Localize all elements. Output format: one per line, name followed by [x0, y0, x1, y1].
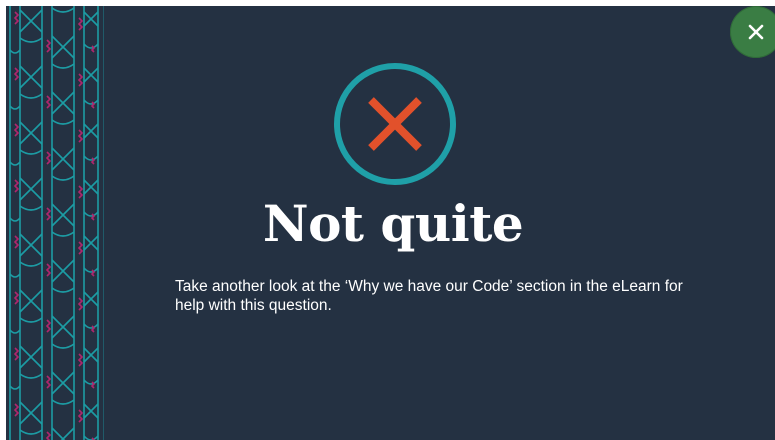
close-button[interactable] [730, 6, 775, 58]
feedback-dialog: Not quite Take another look at the ‘Why … [0, 0, 775, 440]
x-mark-icon [334, 63, 456, 185]
close-icon [748, 24, 764, 40]
decorative-weave-pattern [6, 6, 104, 440]
feedback-title: Not quite [262, 194, 524, 253]
feedback-message: Take another look at the ‘Why we have ou… [175, 278, 683, 314]
